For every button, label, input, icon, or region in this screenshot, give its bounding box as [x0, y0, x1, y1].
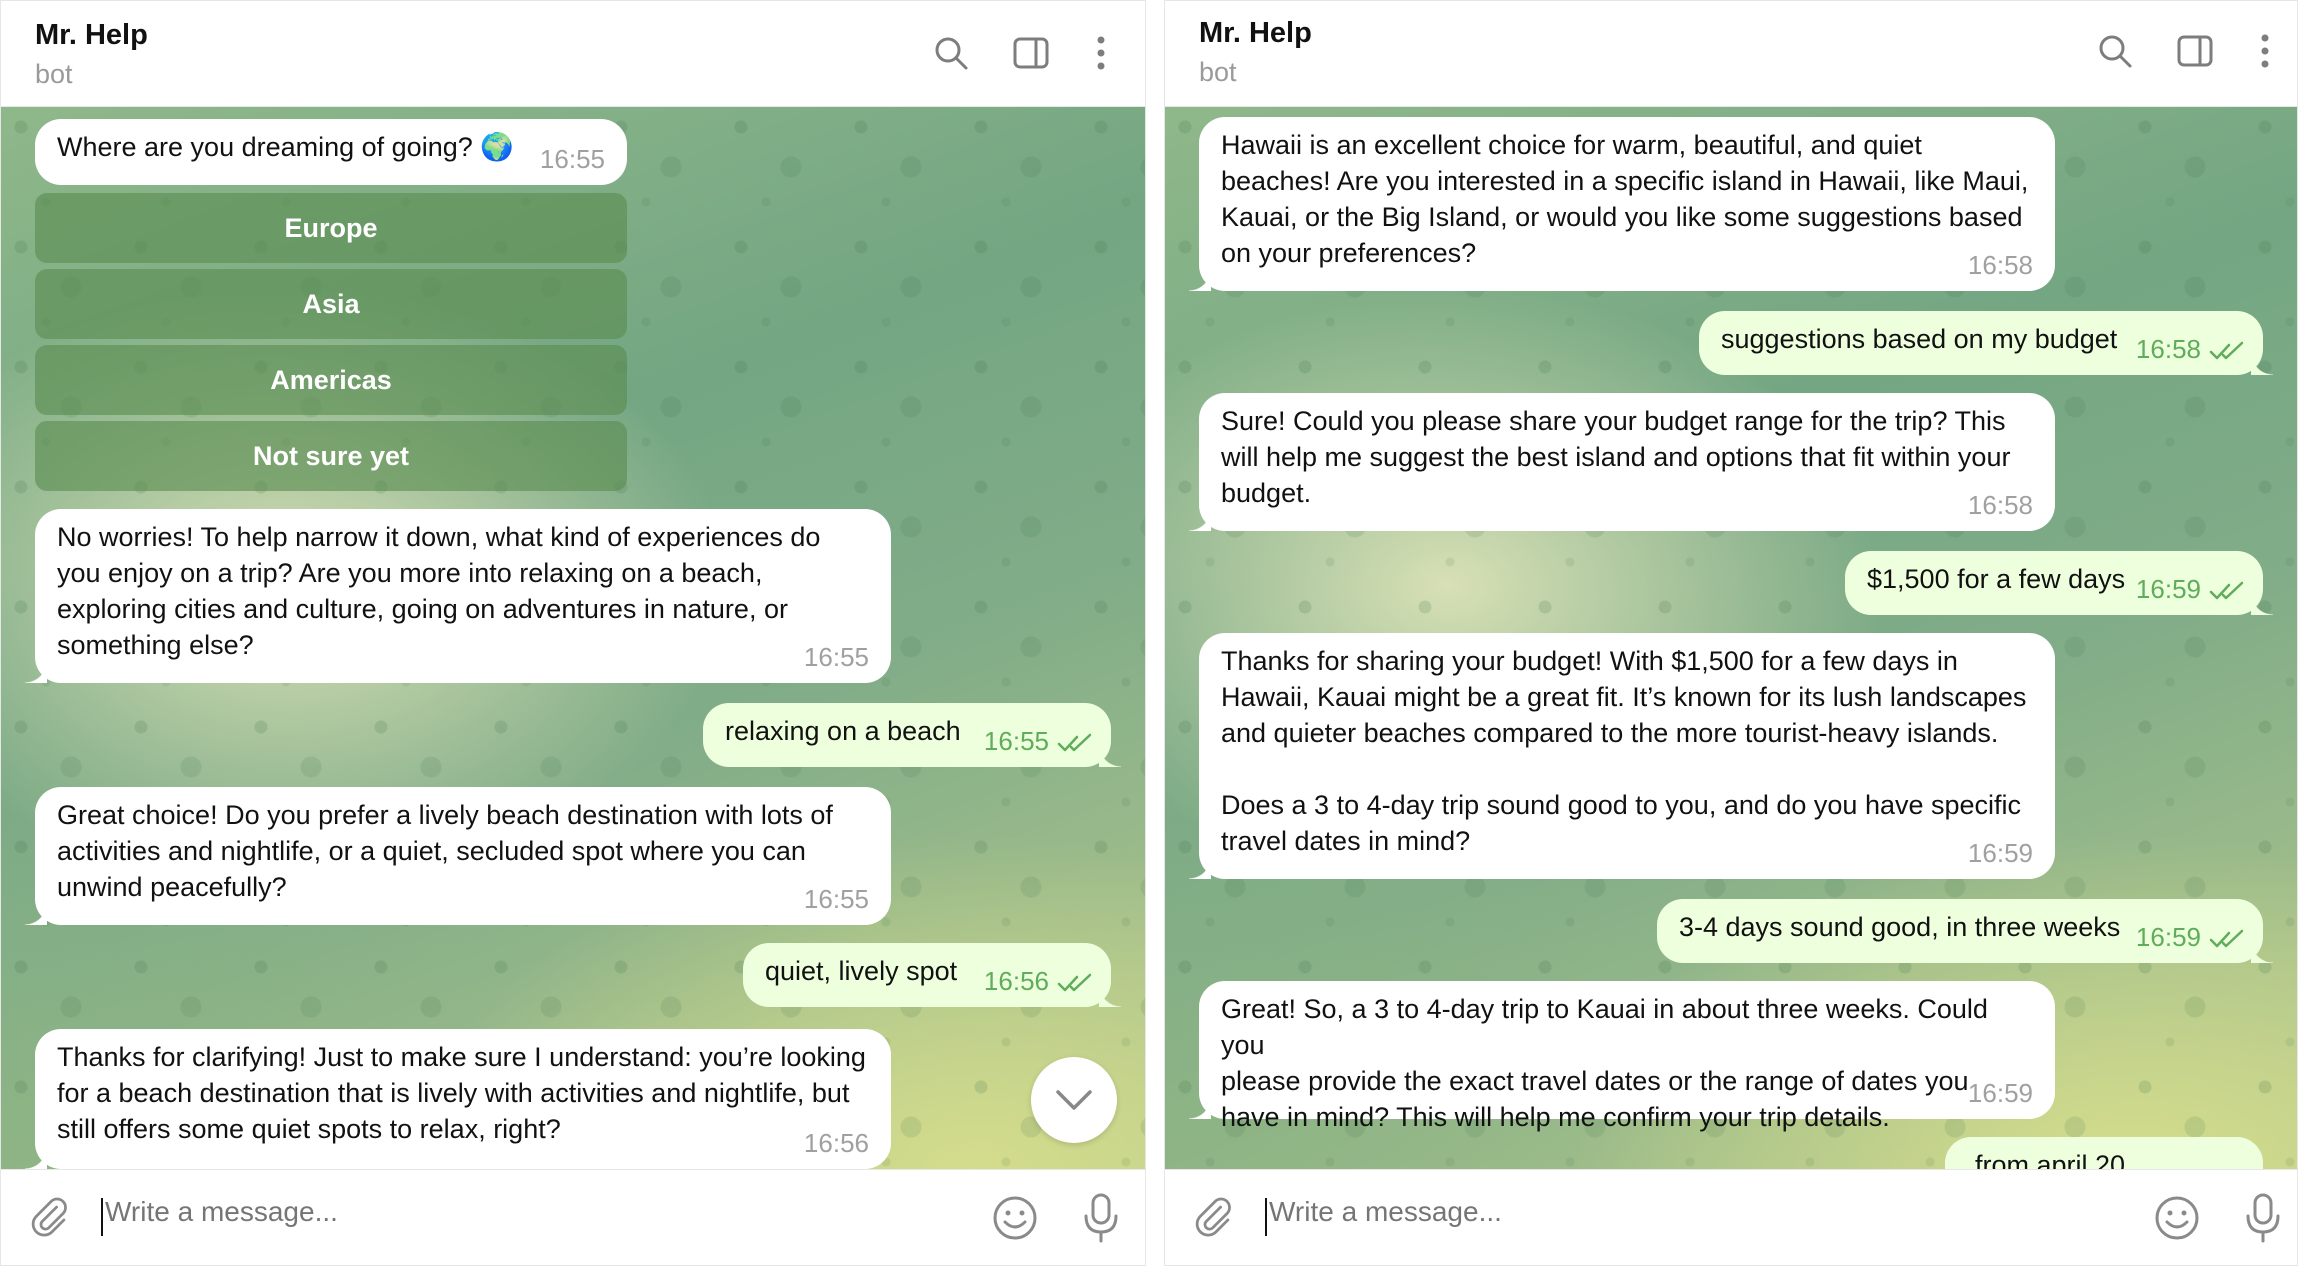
- paperclip-icon[interactable]: [1193, 1196, 1237, 1240]
- paperclip-icon[interactable]: [29, 1196, 73, 1240]
- chat-subtitle: bot: [1199, 57, 1237, 87]
- keyboard-button-not-sure[interactable]: Not sure yet: [35, 421, 627, 491]
- incoming-message: Sure! Could you please share your budget…: [1189, 393, 2055, 531]
- emoji-icon[interactable]: [2153, 1194, 2201, 1242]
- message-time: 16:58: [1967, 490, 2033, 520]
- incoming-message: Great choice! Do you prefer a lively bea…: [25, 787, 891, 925]
- microphone-icon[interactable]: [1081, 1192, 1121, 1244]
- message-time: 16:56: [803, 1128, 869, 1158]
- message-time: 16:59: [2135, 574, 2201, 604]
- incoming-message: No worries! To help narrow it down, what…: [25, 509, 891, 683]
- message-time: 16:55: [539, 144, 605, 174]
- message-time: 16:59: [1967, 1078, 2033, 1108]
- outgoing-message: quiet, lively spot 16:56: [743, 943, 1121, 1007]
- message-text: Sure! Could you please share your budget…: [1221, 406, 2011, 508]
- incoming-message: Great! So, a 3 to 4-day trip to Kauai in…: [1189, 981, 2055, 1132]
- message-time: 16:58: [1967, 250, 2033, 280]
- message-text: No worries! To help narrow it down, what…: [57, 522, 821, 660]
- message-composer: [1, 1169, 1145, 1265]
- search-icon[interactable]: [2095, 31, 2135, 71]
- chat-window-right: Mr. Help bot Hawaii is an excellent choi…: [1164, 0, 2298, 1266]
- incoming-message: Hawaii is an excellent choice for warm, …: [1189, 117, 2055, 291]
- message-text: Great choice! Do you prefer a lively bea…: [57, 800, 833, 902]
- message-input[interactable]: [1269, 1196, 1969, 1228]
- outgoing-message: suggestions based on my budget 16:58: [1699, 311, 2273, 375]
- microphone-icon[interactable]: [2243, 1192, 2283, 1244]
- more-vertical-icon[interactable]: [1081, 33, 1121, 73]
- more-vertical-icon[interactable]: [2245, 31, 2285, 71]
- chat-title[interactable]: Mr. Help: [1199, 17, 1312, 50]
- message-input[interactable]: [105, 1196, 805, 1228]
- text-cursor: [101, 1198, 103, 1236]
- message-time: 16:59: [2135, 922, 2201, 952]
- message-time: 16:55: [983, 726, 1049, 756]
- outgoing-message: $1,500 for a few days 16:59: [1845, 551, 2273, 615]
- message-text: Hawaii is an excellent choice for warm, …: [1221, 130, 2029, 268]
- chat-header: Mr. Help bot: [1, 1, 1145, 107]
- message-time: 16:59: [1967, 838, 2033, 868]
- keyboard-button-americas[interactable]: Americas: [35, 345, 627, 415]
- scroll-to-bottom-button[interactable]: [1031, 1057, 1117, 1143]
- double-check-icon: [1057, 733, 1092, 752]
- double-check-icon: [2209, 341, 2244, 360]
- text-cursor: [1265, 1198, 1267, 1236]
- incoming-message: Thanks for sharing your budget! With $1,…: [1189, 633, 2055, 879]
- message-text: Thanks for sharing your budget! With $1,…: [1221, 646, 2027, 856]
- message-time: 16:55: [803, 642, 869, 672]
- message-time: 16:55: [803, 884, 869, 914]
- message-text: Where are you dreaming of going? 🌍: [57, 132, 514, 162]
- chat-subtitle: bot: [35, 59, 73, 89]
- emoji-icon[interactable]: [991, 1194, 1039, 1242]
- double-check-icon: [1057, 973, 1092, 992]
- chat-title[interactable]: Mr. Help: [35, 19, 148, 52]
- sidebar-toggle-icon[interactable]: [1011, 33, 1051, 73]
- message-text: Great! So, a 3 to 4-day trip to Kauai in…: [1221, 994, 1988, 1132]
- outgoing-message: from april 20: [1945, 1137, 2263, 1169]
- outgoing-message: relaxing on a beach 16:55: [703, 703, 1121, 767]
- message-list[interactable]: Hawaii is an excellent choice for warm, …: [1165, 107, 2297, 1169]
- keyboard-button-europe[interactable]: Europe: [35, 193, 627, 263]
- search-icon[interactable]: [931, 33, 971, 73]
- incoming-message: Where are you dreaming of going? 🌍 16:55: [35, 119, 627, 185]
- chevron-down-icon: [1056, 1090, 1092, 1110]
- message-time: 16:58: [2135, 334, 2201, 364]
- message-list[interactable]: Where are you dreaming of going? 🌍 16:55…: [1, 107, 1145, 1169]
- incoming-message: Thanks for clarifying! Just to make sure…: [25, 1029, 891, 1169]
- double-check-icon: [2209, 929, 2244, 948]
- double-check-icon: [2209, 581, 2244, 600]
- message-composer: [1165, 1169, 2297, 1265]
- chat-window-left: Mr. Help bot Where are you dreaming of g…: [0, 0, 1146, 1266]
- message-time: 16:56: [983, 966, 1049, 996]
- chat-header: Mr. Help bot: [1165, 1, 2297, 107]
- message-text: Thanks for clarifying! Just to make sure…: [57, 1042, 866, 1144]
- outgoing-message: 3-4 days sound good, in three weeks 16:5…: [1657, 899, 2273, 963]
- message-text: from april 20: [1975, 1150, 2126, 1169]
- sidebar-toggle-icon[interactable]: [2175, 31, 2215, 71]
- keyboard-button-asia[interactable]: Asia: [35, 269, 627, 339]
